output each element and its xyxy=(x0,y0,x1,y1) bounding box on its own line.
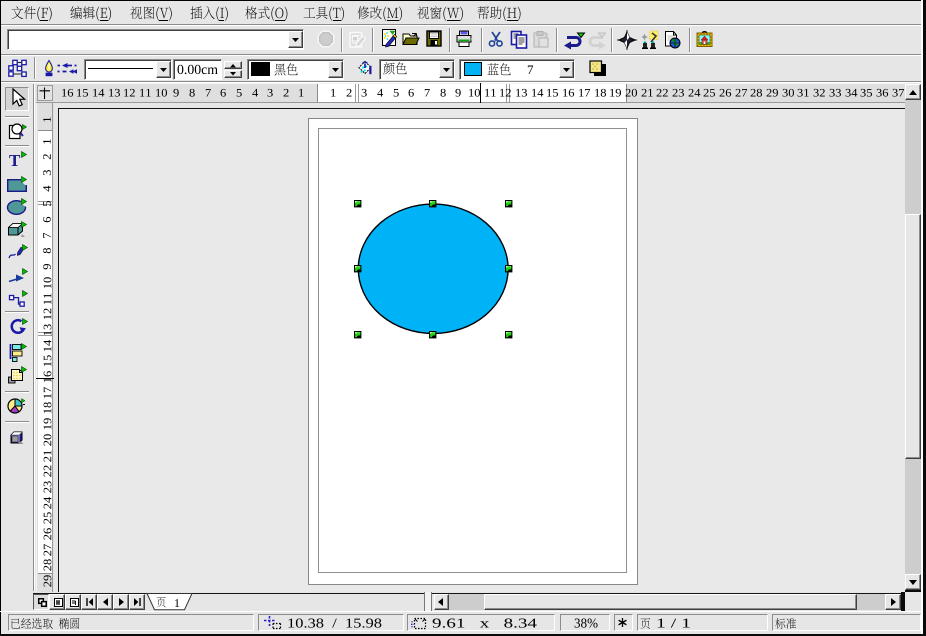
svg-text:T: T xyxy=(9,151,21,170)
